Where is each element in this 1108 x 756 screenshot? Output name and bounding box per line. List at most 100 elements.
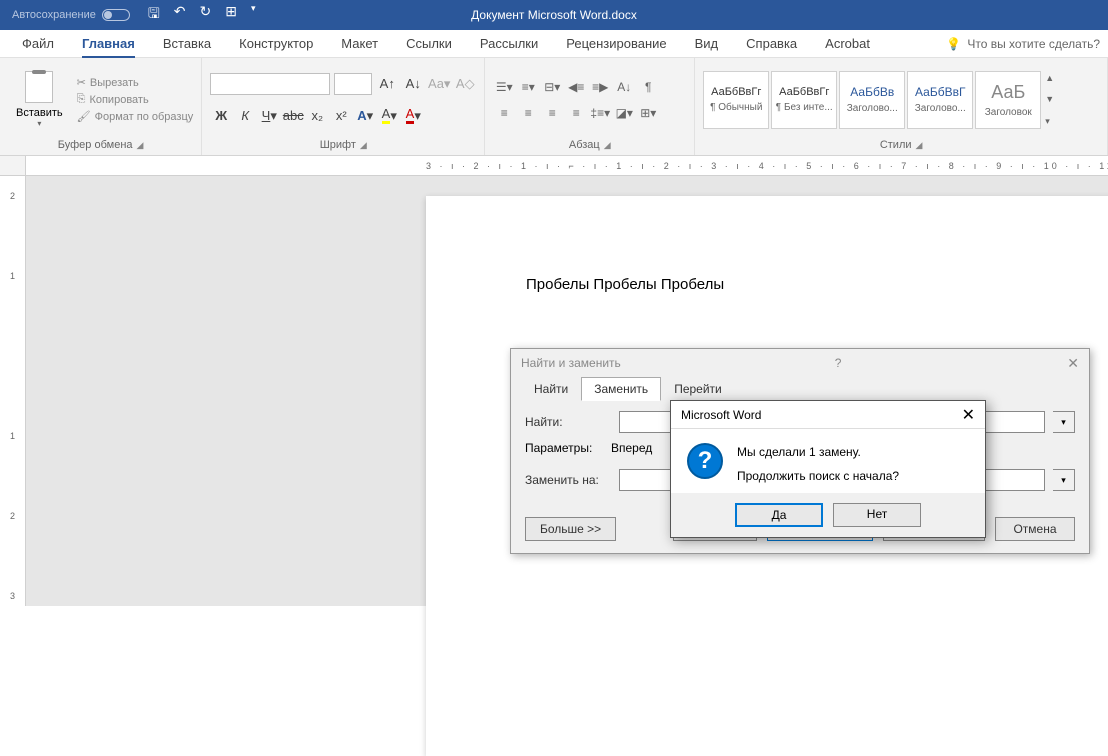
help-icon[interactable]: ? (835, 356, 842, 370)
lightbulb-icon: 💡 (946, 37, 961, 51)
tab-help[interactable]: Справка (732, 30, 811, 58)
style-no-spacing[interactable]: АаБбВвГг¶ Без инте... (771, 71, 837, 129)
tab-insert[interactable]: Вставка (149, 30, 225, 58)
show-marks-button[interactable]: ¶ (637, 76, 659, 98)
msgbox-close-icon[interactable]: ✕ (962, 405, 975, 425)
align-left-button[interactable]: ≡ (493, 102, 515, 124)
style-name: ¶ Без инте... (776, 102, 833, 113)
brush-icon: 🖌 (77, 110, 91, 123)
font-name-select[interactable] (210, 73, 330, 95)
autosave-toggle[interactable]: Автосохранение (12, 9, 130, 21)
tell-me-search[interactable]: 💡 Что вы хотите сделать? (946, 37, 1100, 51)
ruler-mark (0, 296, 25, 336)
tab-references[interactable]: Ссылки (392, 30, 466, 58)
undo-icon[interactable]: ↶ (174, 3, 186, 27)
clipboard-launcher-icon[interactable]: ◢ (137, 140, 144, 151)
italic-button[interactable]: К (234, 105, 256, 127)
cut-button[interactable]: ✂Вырезать (77, 76, 194, 89)
copy-icon: ⎘ (77, 93, 86, 106)
increase-indent-button[interactable]: ≡▶ (589, 76, 611, 98)
align-center-button[interactable]: ≡ (517, 102, 539, 124)
style-title[interactable]: АаБЗаголовок (975, 71, 1041, 129)
highlight-button[interactable]: A▾ (378, 105, 400, 127)
style-preview: АаБбВвГ (915, 85, 965, 99)
ruler-mark: 1 (0, 416, 25, 456)
strike-button[interactable]: abc (282, 105, 304, 127)
styles-up-icon[interactable]: ▲ (1045, 73, 1054, 83)
copy-label: Копировать (89, 94, 148, 106)
copy-button[interactable]: ⎘Копировать (77, 93, 194, 106)
borders-button[interactable]: ⊞▾ (637, 102, 659, 124)
clipboard-icon (25, 71, 53, 103)
multilevel-button[interactable]: ⊟▾ (541, 76, 563, 98)
ruler-corner (0, 156, 26, 176)
ruler-horizontal[interactable]: 3 · ı · 2 · ı · 1 · ı · ⌐ · ı · 1 · ı · … (26, 156, 1108, 176)
dialog-tab-find[interactable]: Найти (521, 377, 581, 401)
style-preview: АаБбВв (850, 85, 894, 99)
tab-file[interactable]: Файл (8, 30, 68, 58)
grow-font-button[interactable]: A↑ (376, 73, 398, 95)
underline-button[interactable]: Ч▾ (258, 105, 280, 127)
group-styles: АаБбВвГг¶ Обычный АаБбВвГг¶ Без инте... … (695, 58, 1108, 155)
paragraph-launcher-icon[interactable]: ◢ (604, 140, 611, 151)
ruler-mark: 2 (0, 496, 25, 536)
tab-design[interactable]: Конструктор (225, 30, 327, 58)
dialog-tab-replace[interactable]: Заменить (581, 377, 661, 401)
decrease-indent-button[interactable]: ◀≡ (565, 76, 587, 98)
tab-view[interactable]: Вид (681, 30, 733, 58)
more-button[interactable]: Больше >> (525, 517, 616, 541)
touch-mode-icon[interactable]: ⊞ (225, 3, 237, 27)
format-painter-button[interactable]: 🖌Формат по образцу (77, 110, 194, 123)
dialog-tab-goto[interactable]: Перейти (661, 377, 735, 401)
style-name: Заголово... (847, 103, 898, 114)
font-color-button[interactable]: A▾ (402, 105, 424, 127)
yes-button[interactable]: Да (735, 503, 823, 527)
superscript-button[interactable]: x² (330, 105, 352, 127)
replace-dropdown-icon[interactable]: ▾ (1053, 469, 1075, 491)
subscript-button[interactable]: x₂ (306, 105, 328, 127)
line-spacing-button[interactable]: ‡≡▾ (589, 102, 611, 124)
style-name: ¶ Обычный (710, 102, 762, 113)
style-heading1[interactable]: АаБбВв Заголово... (839, 71, 905, 129)
cancel-button[interactable]: Отмена (995, 517, 1075, 541)
redo-icon[interactable]: ↻ (200, 3, 212, 27)
group-clipboard: Вставить ▾ ✂Вырезать ⎘Копировать 🖌Формат… (0, 58, 202, 155)
qat-dropdown-icon[interactable]: ▾ (251, 3, 256, 27)
find-dropdown-icon[interactable]: ▾ (1053, 411, 1075, 433)
sort-button[interactable]: A↓ (613, 76, 635, 98)
paste-label: Вставить (16, 107, 63, 119)
paste-button[interactable]: Вставить ▾ (8, 62, 71, 137)
justify-button[interactable]: ≡ (565, 102, 587, 124)
tab-review[interactable]: Рецензирование (552, 30, 680, 58)
no-button[interactable]: Нет (833, 503, 921, 527)
shading-button[interactable]: ◪▾ (613, 102, 635, 124)
tab-acrobat[interactable]: Acrobat (811, 30, 884, 58)
change-case-button[interactable]: Aa▾ (428, 73, 450, 95)
tab-home[interactable]: Главная (68, 30, 149, 58)
align-right-button[interactable]: ≡ (541, 102, 563, 124)
tab-label: Перейти (674, 382, 722, 396)
document-text[interactable]: Пробелы Пробелы Пробелы (526, 276, 1026, 293)
numbering-button[interactable]: ≡▾ (517, 76, 539, 98)
clear-format-button[interactable]: A◇ (454, 73, 476, 95)
close-icon[interactable]: ✕ (1067, 355, 1079, 372)
tab-mailings[interactable]: Рассылки (466, 30, 552, 58)
bullets-button[interactable]: ☰▾ (493, 76, 515, 98)
save-icon[interactable]: 🖫 (148, 3, 160, 27)
toggle-switch[interactable] (102, 9, 130, 21)
text-effects-button[interactable]: A▾ (354, 105, 376, 127)
font-size-select[interactable] (334, 73, 372, 95)
style-heading2[interactable]: АаБбВвГ Заголово... (907, 71, 973, 129)
ruler-mark (0, 336, 25, 376)
shrink-font-button[interactable]: A↓ (402, 73, 424, 95)
style-normal[interactable]: АаБбВвГг¶ Обычный (703, 71, 769, 129)
ruler-vertical[interactable]: 2 1 1 2 3 (0, 176, 26, 606)
styles-down-icon[interactable]: ▼ (1045, 94, 1054, 104)
ruler-mark: 1 (0, 256, 25, 296)
styles-launcher-icon[interactable]: ◢ (916, 140, 923, 151)
tab-layout[interactable]: Макет (327, 30, 392, 58)
style-name: Заголово... (915, 103, 966, 114)
bold-button[interactable]: Ж (210, 105, 232, 127)
font-launcher-icon[interactable]: ◢ (360, 140, 367, 151)
styles-more-icon[interactable]: ▾ (1045, 116, 1054, 127)
